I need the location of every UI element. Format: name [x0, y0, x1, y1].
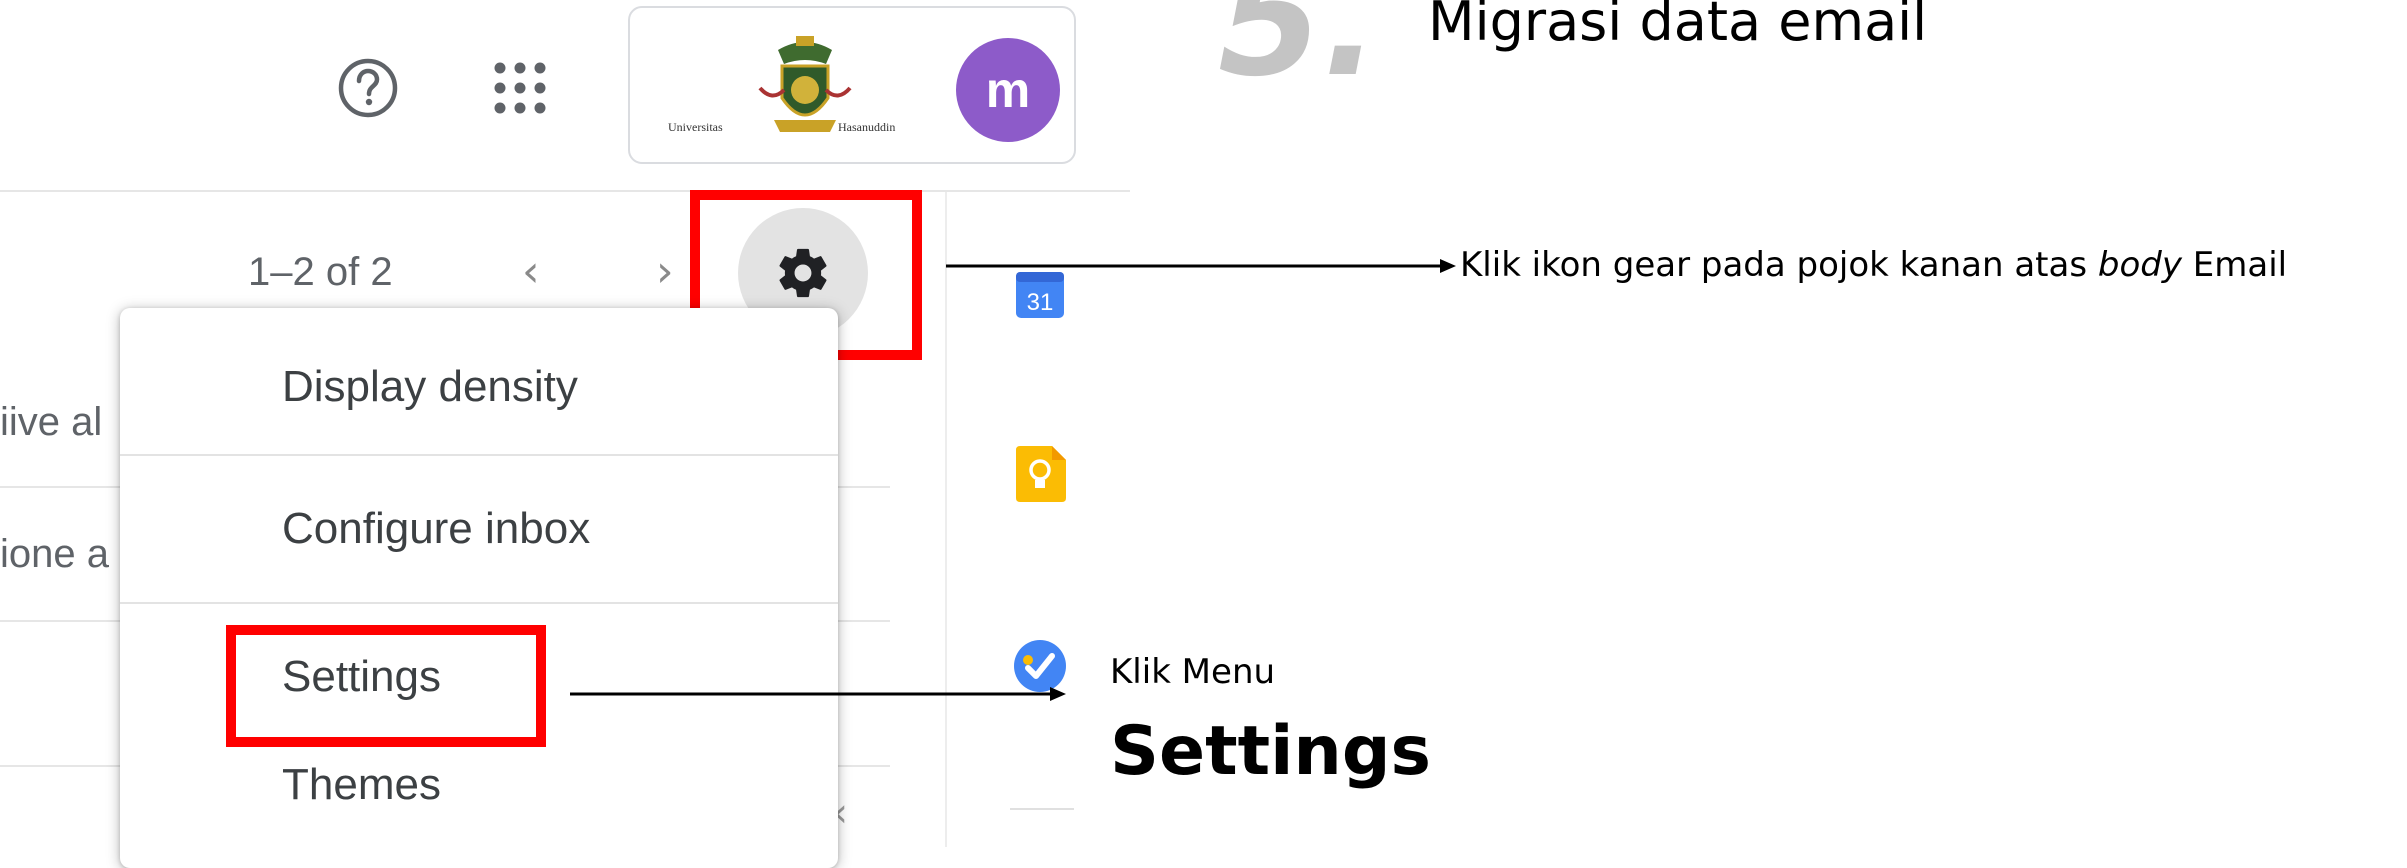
menu-item-display-density[interactable]: Display density	[282, 362, 578, 412]
help-circle-icon	[338, 58, 398, 118]
settings-arrow	[570, 687, 1066, 701]
side-panel-divider	[945, 192, 947, 847]
settings-instruction-title: Settings	[1110, 712, 1431, 791]
keep-app-button[interactable]	[1014, 446, 1066, 502]
keep-icon	[1016, 446, 1066, 502]
logo-text-left: Universitas	[668, 120, 723, 134]
gear-instruction-text: Klik ikon gear pada pojok kanan atas	[1460, 245, 2098, 285]
menu-divider	[120, 454, 838, 456]
settings-highlight-box	[226, 625, 546, 747]
menu-item-configure-inbox[interactable]: Configure inbox	[282, 504, 590, 554]
step-title: Migrasi data email	[1428, 0, 1928, 53]
gear-instruction: Klik ikon gear pada pojok kanan atas bod…	[1460, 245, 2287, 285]
previous-page-button[interactable]: ‹	[522, 246, 540, 297]
settings-menu: Display density Configure inbox Settings…	[120, 308, 838, 868]
side-panel-separator	[1010, 808, 1074, 810]
header-divider	[0, 190, 1130, 192]
help-button[interactable]	[336, 56, 400, 120]
university-logo: Universitas Hasanuddin	[660, 28, 950, 143]
apps-grid-icon	[494, 62, 546, 114]
gear-instruction-emphasis: body	[2097, 245, 2182, 285]
logo-text-right: Hasanuddin	[838, 120, 896, 134]
step-number: 5.	[1218, 0, 1380, 110]
menu-item-themes[interactable]: Themes	[282, 760, 441, 810]
calendar-day-label: 31	[1027, 289, 1054, 316]
account-switcher[interactable]: Universitas Hasanuddin m	[628, 6, 1076, 164]
gear-arrow	[946, 259, 1456, 273]
list-item-fragment: ione a	[0, 532, 109, 576]
menu-divider	[120, 602, 838, 604]
next-page-button[interactable]: ›	[656, 246, 674, 297]
apps-button[interactable]	[488, 56, 552, 120]
avatar[interactable]: m	[956, 38, 1060, 142]
gear-instruction-tail: Email	[2181, 245, 2288, 285]
list-item-fragment: iive al	[0, 400, 103, 444]
pagination-count: 1–2 of 2	[248, 250, 393, 294]
settings-instruction-small: Klik Menu	[1110, 652, 1276, 692]
